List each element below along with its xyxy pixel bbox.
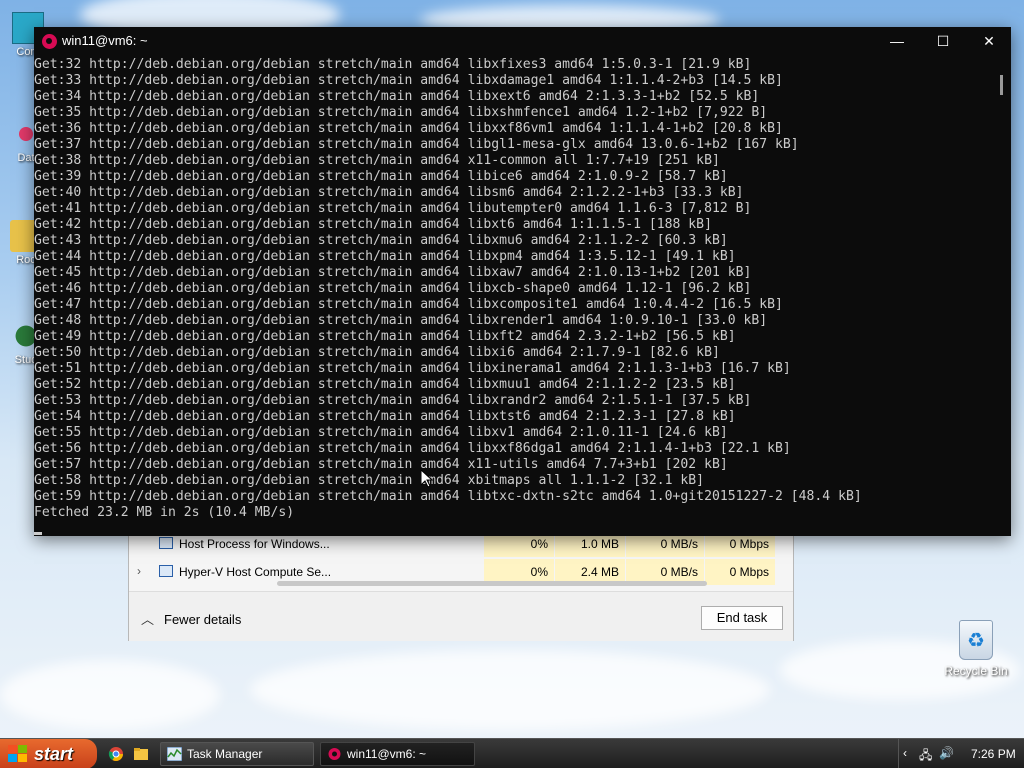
taskbar-button-terminal[interactable]: win11@vm6: ~ — [320, 742, 475, 766]
volume-icon[interactable]: 🔊 — [939, 746, 954, 760]
network-cell: 0 Mbps — [705, 559, 775, 585]
vertical-scrollbar-thumb[interactable] — [1000, 75, 1003, 95]
clock[interactable]: 7:26 PM — [971, 747, 1016, 761]
fewer-details-label: Fewer details — [164, 612, 242, 627]
terminal-line: Get:54 http://deb.debian.org/debian stre… — [34, 409, 736, 424]
chevron-left-icon[interactable]: ‹ — [903, 746, 907, 760]
terminal-line: Get:44 http://deb.debian.org/debian stre… — [34, 249, 736, 264]
terminal-line: Get:57 http://deb.debian.org/debian stre… — [34, 457, 728, 472]
fewer-details-button[interactable]: ︿ Fewer details — [141, 609, 241, 628]
desktop-icon-recycle-bin[interactable]: ♻ Recycle Bin — [936, 620, 1016, 678]
chrome-icon[interactable] — [108, 746, 124, 762]
start-label: start — [34, 744, 74, 764]
task-manager-footer: ︿ Fewer details End task — [129, 591, 793, 641]
maximize-icon: ☐ — [936, 33, 950, 49]
task-manager-icon — [167, 747, 182, 761]
terminal-line: Get:58 http://deb.debian.org/debian stre… — [34, 473, 705, 488]
terminal-line: Get:50 http://deb.debian.org/debian stre… — [34, 345, 720, 360]
minimize-button[interactable]: — — [874, 27, 920, 56]
recycle-bin-icon: ♻ — [959, 620, 993, 660]
terminal-line: Get:32 http://deb.debian.org/debian stre… — [34, 57, 752, 72]
terminal-line: Get:40 http://deb.debian.org/debian stre… — [34, 185, 744, 200]
close-button[interactable]: ✕ — [966, 27, 1012, 56]
taskbar-button-task-manager[interactable]: Task Manager — [160, 742, 314, 766]
terminal-line: Get:49 http://deb.debian.org/debian stre… — [34, 329, 736, 344]
end-task-button[interactable]: End task — [701, 606, 783, 630]
terminal-line: Get:34 http://deb.debian.org/debian stre… — [34, 89, 760, 104]
cloud — [0, 660, 220, 730]
debian-icon — [328, 748, 341, 760]
process-name: Host Process for Windows... — [179, 537, 330, 551]
debian-icon — [42, 34, 57, 49]
terminal-line: Get:38 http://deb.debian.org/debian stre… — [34, 153, 720, 168]
terminal-line: Get:48 http://deb.debian.org/debian stre… — [34, 313, 768, 328]
taskbar: start Task Manager win11@vm6: ~ ‹ 🖧 🔊 7:… — [0, 738, 1024, 768]
terminal-line: Get:51 http://deb.debian.org/debian stre… — [34, 361, 791, 376]
terminal-line: Get:35 http://deb.debian.org/debian stre… — [34, 105, 768, 120]
terminal-output[interactable]: Get:32 http://deb.debian.org/debian stre… — [34, 57, 994, 535]
process-name: Hyper-V Host Compute Se... — [179, 565, 332, 579]
terminal-line: Get:36 http://deb.debian.org/debian stre… — [34, 121, 783, 136]
taskbar-button-label: Task Manager — [187, 747, 263, 761]
minimize-icon: — — [890, 33, 904, 49]
horizontal-scrollbar[interactable] — [277, 581, 707, 586]
terminal-line: Get:43 http://deb.debian.org/debian stre… — [34, 233, 728, 248]
terminal-line: Get:53 http://deb.debian.org/debian stre… — [34, 393, 752, 408]
process-icon — [159, 565, 173, 577]
terminal-line: Get:56 http://deb.debian.org/debian stre… — [34, 441, 791, 456]
window-title: win11@vm6: ~ — [62, 33, 148, 48]
system-tray: ‹ 🖧 🔊 7:26 PM — [898, 739, 1024, 768]
maximize-button[interactable]: ☐ — [920, 27, 966, 56]
desktop-icon-label: Dat — [17, 152, 35, 164]
close-icon: ✕ — [983, 33, 995, 49]
mouse-cursor-icon — [421, 470, 433, 488]
file-explorer-icon[interactable] — [133, 746, 149, 762]
taskbar-button-label: win11@vm6: ~ — [347, 747, 426, 761]
terminal-line: Get:46 http://deb.debian.org/debian stre… — [34, 281, 752, 296]
desktop-icon-label: Roc — [16, 254, 36, 266]
terminal-titlebar[interactable]: win11@vm6: ~ — ☐ ✕ — [34, 27, 1011, 56]
terminal-line: Get:55 http://deb.debian.org/debian stre… — [34, 425, 728, 440]
terminal-line: Get:45 http://deb.debian.org/debian stre… — [34, 265, 752, 280]
text-cursor — [34, 532, 42, 535]
terminal-line: Get:33 http://deb.debian.org/debian stre… — [34, 73, 783, 88]
recycle-bin-label: Recycle Bin — [944, 664, 1008, 678]
terminal-line: Get:39 http://deb.debian.org/debian stre… — [34, 169, 728, 184]
start-button[interactable]: start — [0, 739, 97, 768]
terminal-line: Get:52 http://deb.debian.org/debian stre… — [34, 377, 736, 392]
windows-flag-icon — [8, 745, 27, 762]
process-icon — [159, 537, 173, 549]
terminal-line: Get:41 http://deb.debian.org/debian stre… — [34, 201, 752, 216]
chevron-right-icon[interactable]: › — [137, 564, 141, 578]
cloud — [250, 650, 770, 730]
terminal-line: Get:47 http://deb.debian.org/debian stre… — [34, 297, 783, 312]
terminal-line: Get:37 http://deb.debian.org/debian stre… — [34, 137, 799, 152]
terminal-line: Fetched 23.2 MB in 2s (10.4 MB/s) — [34, 505, 295, 520]
chevron-up-icon: ︿ — [141, 612, 155, 627]
network-icon[interactable]: 🖧 — [919, 746, 932, 767]
terminal-line: Get:42 http://deb.debian.org/debian stre… — [34, 217, 712, 232]
terminal-window[interactable]: win11@vm6: ~ — ☐ ✕ Get:32 http://deb.deb… — [34, 27, 1011, 536]
terminal-line: Get:59 http://deb.debian.org/debian stre… — [34, 489, 862, 504]
task-manager-window[interactable]: Host Process for Windows... 0% 1.0 MB 0 … — [128, 530, 794, 641]
